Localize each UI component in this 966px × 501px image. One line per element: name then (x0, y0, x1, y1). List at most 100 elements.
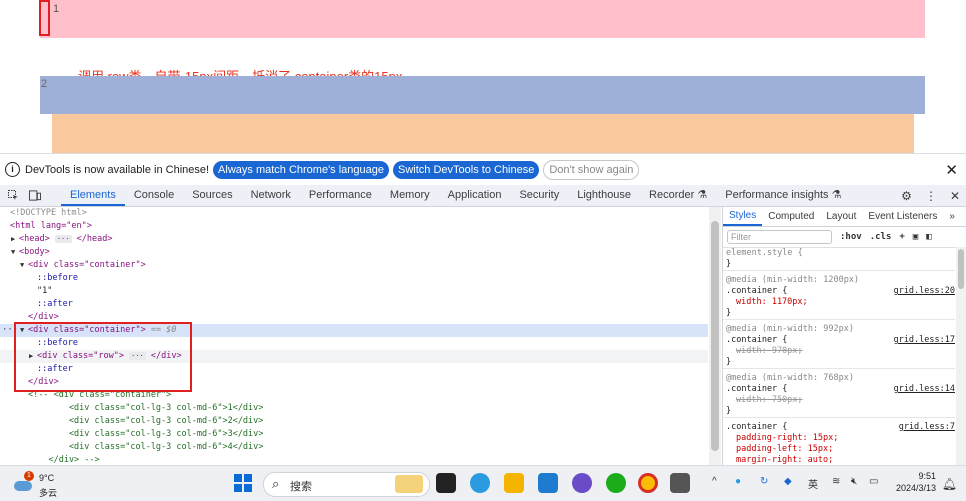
dom-comment-line[interactable]: <div class="col-lg-3 col-md-6">4</div> (0, 441, 708, 454)
system-clock[interactable]: 9:51 2024/3/13 (896, 470, 936, 494)
dom-node-text-1[interactable]: "1" (0, 285, 708, 298)
tab-event-listeners[interactable]: Event Listeners (862, 211, 943, 222)
tab-styles[interactable]: Styles (723, 207, 763, 226)
elements-scrollbar[interactable] (709, 207, 721, 465)
source-link[interactable]: grid.less:20 (894, 286, 955, 297)
collapsed-arrow-icon[interactable]: ▶ (0, 233, 19, 246)
source-link[interactable]: grid.less:17 (894, 335, 955, 346)
tab-application[interactable]: Application (439, 185, 511, 206)
more-options-icon[interactable]: ⋮ (925, 189, 937, 203)
dom-node-html[interactable]: <html lang="en"> (0, 220, 708, 233)
css-property[interactable]: width: 1170px; (723, 297, 955, 308)
info-icon: i (5, 162, 20, 177)
clock-date: 2024/3/13 (895, 483, 936, 493)
start-windows-icon[interactable] (233, 473, 253, 493)
temperature: 9°C (39, 473, 55, 483)
rule-selector[interactable]: .container { (726, 335, 787, 345)
hov-toggle[interactable]: :hov (840, 232, 862, 242)
dont-show-again-button[interactable]: Don't show again (543, 159, 640, 180)
css-property-overridden[interactable]: width: 750px; (723, 395, 955, 406)
head-close-text: </head> (76, 234, 113, 244)
tab-performance-insights-label: Performance insights (725, 189, 829, 201)
source-link[interactable]: grid.less:14 (894, 384, 955, 395)
css-property-overridden[interactable]: width: 970px; (723, 346, 955, 357)
inspect-element-icon[interactable] (7, 190, 19, 202)
source-link[interactable]: grid.less:7 (899, 422, 955, 433)
taskbar-search[interactable]: ⌕ 搜索 (263, 472, 430, 497)
ellipsis-icon[interactable]: ··· (54, 235, 72, 243)
always-match-language-button[interactable]: Always match Chrome's language (213, 160, 390, 179)
device-toolbar-icon[interactable] (29, 190, 41, 202)
wifi-icon[interactable]: ≋ (832, 476, 840, 487)
rule-close-brace: } (726, 308, 732, 318)
css-property[interactable]: margin-right: auto; (723, 455, 955, 465)
tab-console[interactable]: Console (125, 185, 183, 206)
tab-recorder-label: Recorder (649, 189, 695, 201)
app-icon[interactable] (572, 473, 592, 493)
wechat-icon[interactable] (606, 473, 626, 493)
vscode-icon[interactable] (538, 473, 558, 493)
notification-bell-icon[interactable]: 🔔︎ (942, 477, 957, 491)
expanded-arrow-icon[interactable]: ▼ (0, 259, 28, 272)
sync-icon[interactable]: ↻ (760, 476, 768, 487)
dom-node-container-1[interactable]: ▼ <div class="container"> (0, 259, 708, 272)
container-tag-text: <div class="container"> (28, 260, 146, 270)
tab-elements[interactable]: Elements (61, 185, 125, 206)
chevron-up-icon[interactable]: ^ (712, 476, 717, 487)
expanded-arrow-icon[interactable]: ▼ (0, 246, 19, 259)
dom-comment-line[interactable]: <div class="col-lg-3 col-md-6">3</div> (0, 428, 708, 441)
search-label: 搜索 (290, 481, 312, 493)
edge-browser-icon[interactable] (470, 473, 490, 493)
weather-widget[interactable]: 1 9°C 多云 (10, 469, 70, 499)
tab-lighthouse[interactable]: Lighthouse (568, 185, 640, 206)
property-text: width: 1170px; (736, 297, 808, 307)
tab-computed[interactable]: Computed (762, 211, 820, 222)
new-rule-icon[interactable]: + (899, 232, 904, 242)
dom-node-body[interactable]: ▼ <body> (0, 246, 708, 259)
container-box-1 (40, 0, 925, 38)
dom-comment-line[interactable]: </div> --> (0, 454, 708, 465)
tab-memory[interactable]: Memory (381, 185, 439, 206)
sidebar-toggle-icon[interactable]: ◧ (926, 232, 931, 242)
file-explorer-icon[interactable] (504, 473, 524, 493)
close-devtools-icon[interactable]: ✕ (950, 189, 960, 203)
chrome-icon[interactable] (638, 473, 658, 493)
dom-comment-line[interactable]: <div class="col-lg-3 col-md-6">1</div> (0, 402, 708, 415)
scrollbar-thumb[interactable] (711, 221, 719, 451)
rule-selector[interactable]: .container { (726, 422, 787, 432)
dom-node-doctype[interactable]: <!DOCTYPE html> (0, 207, 708, 220)
tray-app-icon[interactable]: ◆ (784, 476, 792, 487)
tray-app-icon[interactable]: ● (735, 476, 741, 487)
input-language[interactable]: 英 (808, 476, 818, 491)
cls-toggle[interactable]: .cls (870, 232, 892, 242)
tab-recorder[interactable]: Recorder ⚗ (640, 185, 716, 206)
dom-node-before[interactable]: ::before (0, 272, 708, 285)
scrollbar-thumb[interactable] (958, 249, 964, 289)
switch-to-chinese-button[interactable]: Switch DevTools to Chinese (393, 160, 540, 179)
rule-selector[interactable]: .container { (726, 384, 787, 394)
tab-layout[interactable]: Layout (820, 211, 862, 222)
element-style-selector[interactable]: element.style { (723, 248, 955, 259)
volume-mute-icon[interactable]: 🔇︎ (851, 476, 857, 487)
styles-pane: Styles Computed Layout Event Listeners »… (722, 207, 966, 465)
dom-node-head[interactable]: ▶ <head> ··· </head> (0, 233, 708, 246)
rule-selector[interactable]: .container { (726, 286, 787, 296)
styles-scrollbar[interactable] (956, 247, 966, 465)
tab-sources[interactable]: Sources (183, 185, 241, 206)
css-property[interactable]: padding-right: 15px; (723, 433, 955, 444)
more-tabs-icon[interactable]: » (943, 211, 961, 222)
dom-node-after[interactable]: ::after (0, 298, 708, 311)
tab-performance[interactable]: Performance (300, 185, 381, 206)
dom-comment-line[interactable]: <div class="col-lg-3 col-md-6">2</div> (0, 415, 708, 428)
battery-icon[interactable]: ▭ (869, 476, 878, 487)
terminal-icon[interactable] (670, 473, 690, 493)
tab-security[interactable]: Security (510, 185, 568, 206)
taskview-icon[interactable] (436, 473, 456, 493)
css-property[interactable]: padding-left: 15px; (723, 444, 955, 455)
paint-icon[interactable]: ▣ (913, 232, 918, 242)
tab-performance-insights[interactable]: Performance insights ⚗ (716, 185, 850, 206)
close-icon[interactable]: ✕ (945, 161, 958, 179)
tab-network[interactable]: Network (242, 185, 300, 206)
styles-filter-input[interactable]: Filter (727, 230, 832, 244)
settings-gear-icon[interactable]: ⚙ (901, 189, 912, 203)
